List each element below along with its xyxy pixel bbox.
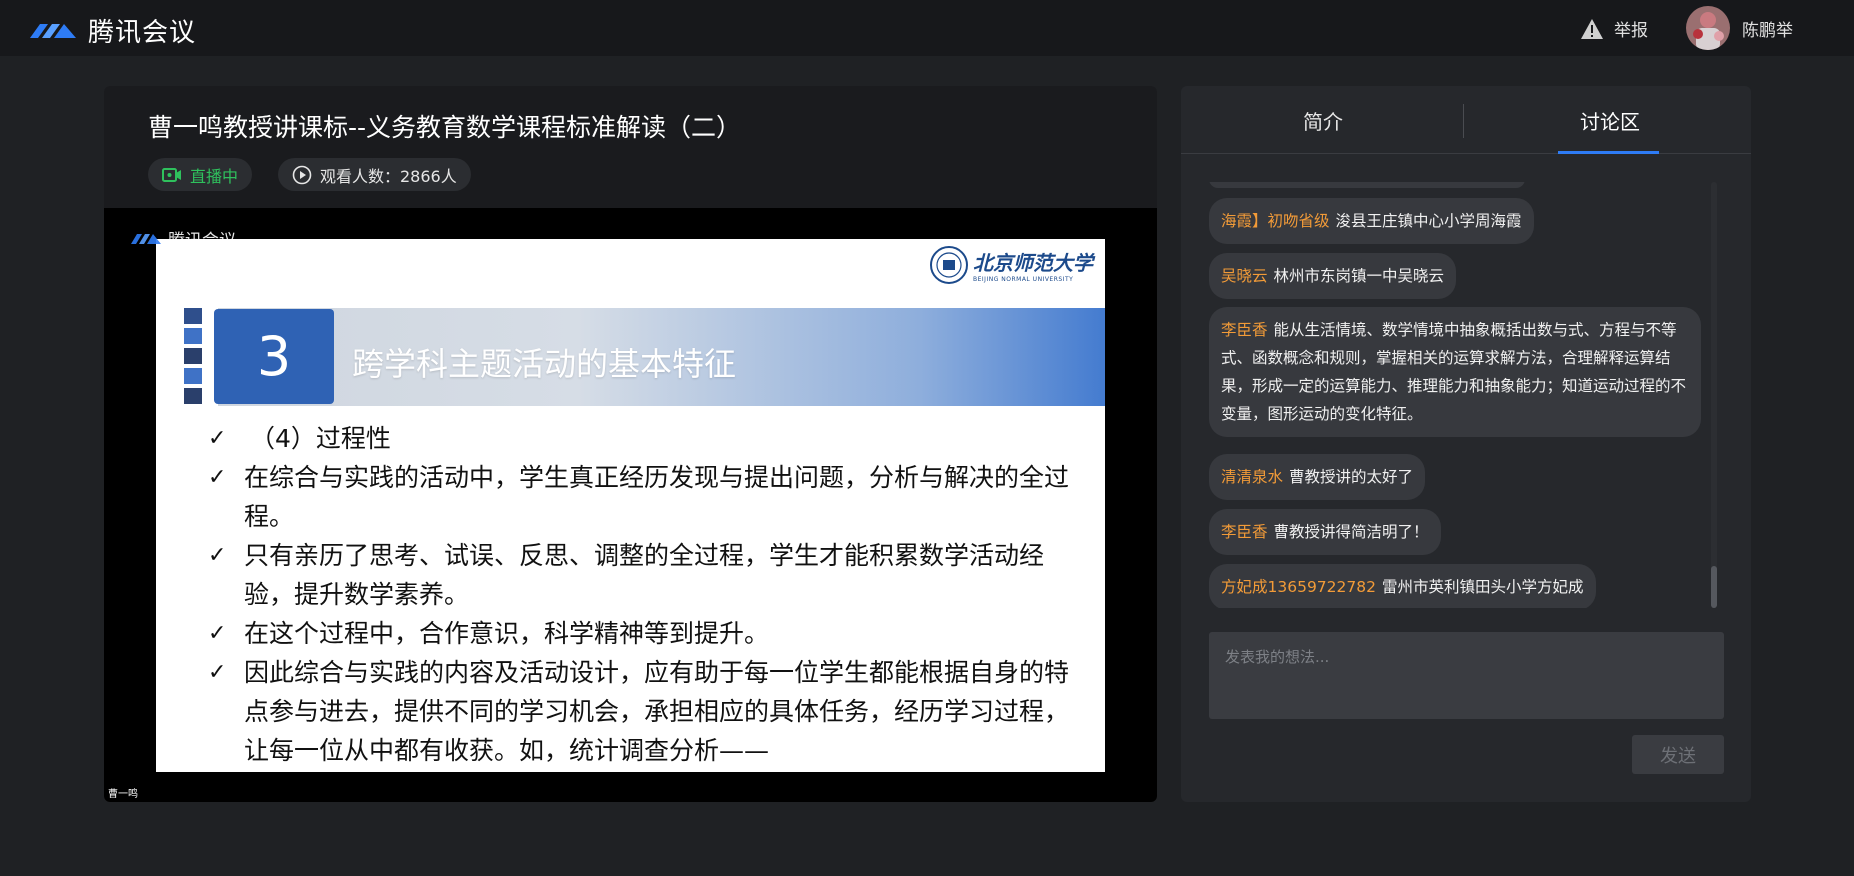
live-label: 直播中: [190, 166, 239, 186]
message-author[interactable]: 吴晓云: [1221, 267, 1268, 285]
bullet-list: （4）过程性 在综合与实践的活动中，学生真正经历发现与提出问题，分析与解决的全过…: [208, 419, 1088, 770]
active-tab-indicator: [1558, 151, 1659, 154]
list-item: [1209, 182, 1525, 188]
message-text: 曹教授讲得简洁明了！: [1273, 523, 1429, 541]
bullet-item: 在这个过程中，合作意识，科学精神等到提升。: [208, 614, 1088, 653]
user-name: 陈鹏举: [1742, 20, 1793, 41]
chat-message-list[interactable]: 海霞】初吻省级 浚县王庄镇中心小学周海霞 吴晓云 林州市东岗镇一中吴晓云 李臣香 能从…: [1209, 182, 1709, 608]
message-text: 林州市东岗镇一中吴晓云: [1273, 267, 1445, 285]
bullet-item: （4）过程性: [208, 419, 1088, 458]
tencent-meeting-logo-icon: [30, 23, 76, 38]
message-text: 雷州市英利镇田头小学方妃成: [1381, 578, 1584, 596]
tab-divider: [1463, 104, 1464, 138]
video-header: 曹一鸣教授讲课标--义务教育数学课程标准解读（二） 直播中 观看人数：2866人: [104, 86, 1157, 208]
live-status-badge: 直播中: [148, 158, 253, 191]
message-author[interactable]: 方妃成13659722782: [1221, 578, 1376, 596]
report-button[interactable]: 举报: [1580, 16, 1648, 41]
bullet-item: 只有亲历了思考、试误、反思、调整的全过程，学生才能积累数学活动经验，提升数学素养…: [208, 536, 1088, 614]
message-author[interactable]: 李臣香: [1221, 523, 1268, 541]
side-tabs: 简介 讨论区: [1181, 86, 1751, 154]
chat-message: 清清泉水 曹教授讲的太好了: [1209, 454, 1426, 500]
app-name: 腾讯会议: [88, 18, 197, 48]
tab-intro[interactable]: 简介: [1303, 106, 1343, 135]
university-name-en: BEIJING NORMAL UNIVERSITY: [973, 276, 1074, 283]
chat-message: 方妃成13659722782 雷州市英利镇田头小学方妃成: [1209, 564, 1596, 608]
university-logo: 北京师范大学 BEIJING NORMAL UNIVERSITY: [929, 245, 1093, 285]
live-stream-player[interactable]: 北京师范大学 BEIJING NORMAL UNIVERSITY 3 跨学科主题…: [104, 208, 1157, 802]
section-title: 跨学科主题活动的基本特征: [352, 345, 737, 383]
live-camera-icon: [162, 167, 181, 182]
top-bar: 腾讯会议 举报 陈鹏举: [0, 0, 1854, 56]
watermark-text: 腾讯会议: [168, 231, 236, 251]
send-button[interactable]: 发送: [1632, 735, 1724, 774]
message-text: 能从生活情境、数学情境中抽象概括出数与式、方程与不等式、函数概念和规则，掌握相关…: [1221, 321, 1687, 423]
user-profile[interactable]: 陈鹏举: [1686, 6, 1793, 50]
viewer-count: 观看人数：2866人: [320, 166, 457, 186]
report-label: 举报: [1614, 21, 1648, 41]
chat-message: 吴晓云 林州市东岗镇一中吴晓云: [1209, 253, 1457, 299]
chat-message: 海霞】初吻省级 浚县王庄镇中心小学周海霞: [1209, 198, 1534, 244]
university-seal-icon: [930, 246, 968, 284]
message-author[interactable]: 李臣香: [1221, 321, 1268, 339]
section-number: 3: [214, 309, 334, 404]
avatar[interactable]: [1686, 6, 1730, 50]
message-author[interactable]: 海霞】初吻省级: [1221, 212, 1330, 230]
decor-squares: [184, 308, 202, 404]
tencent-meeting-small-icon: [131, 233, 161, 244]
bullet-item: 因此综合与实践的内容及活动设计，应有助于每一位学生都能根据自身的特点参与进去，提…: [208, 653, 1088, 770]
chat-message: 李臣香 能从生活情境、数学情境中抽象概括出数与式、方程与不等式、函数概念和规则，掌…: [1209, 307, 1701, 437]
chat-message: 李臣香 曹教授讲得简洁明了！: [1209, 509, 1441, 555]
bullet-item: 在综合与实践的活动中，学生真正经历发现与提出问题，分析与解决的全过程。: [208, 458, 1088, 536]
app-brand[interactable]: 腾讯会议: [28, 12, 196, 49]
comment-input[interactable]: [1209, 632, 1724, 719]
speaker-name-tag: 曹一鸣: [108, 789, 138, 800]
stream-watermark: 腾讯会议: [130, 226, 236, 251]
viewer-count-badge: 观看人数：2866人: [278, 158, 471, 191]
video-title: 曹一鸣教授讲课标--义务教育数学课程标准解读（二）: [148, 113, 742, 142]
university-name-cn: 北京师范大学: [973, 251, 1093, 275]
chat-scrollbar-thumb[interactable]: [1711, 566, 1717, 608]
play-circle-icon: [292, 165, 312, 184]
video-panel: 曹一鸣教授讲课标--义务教育数学课程标准解读（二） 直播中 观看人数：2866人: [104, 86, 1157, 802]
tab-discussion[interactable]: 讨论区: [1580, 106, 1640, 135]
chat-scrollbar-track[interactable]: [1711, 182, 1717, 608]
message-text: 浚县王庄镇中心小学周海霞: [1335, 212, 1522, 230]
warning-icon: [1581, 18, 1603, 39]
message-text: 曹教授讲的太好了: [1289, 468, 1414, 486]
side-panel: 简介 讨论区 海霞】初吻省级 浚县王庄镇中心小学周海霞 吴晓云 林州市东岗镇一中吴晓…: [1181, 86, 1751, 802]
message-author[interactable]: 清清泉水: [1221, 468, 1283, 486]
presentation-slide: 北京师范大学 BEIJING NORMAL UNIVERSITY 3 跨学科主题…: [156, 239, 1105, 772]
